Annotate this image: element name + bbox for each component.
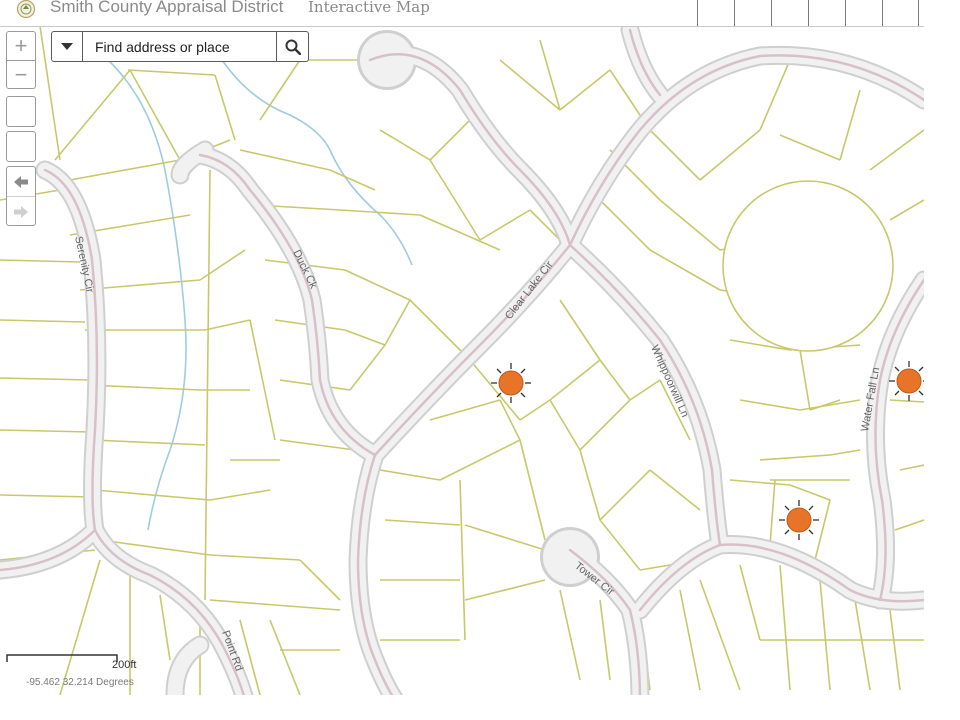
map-canvas[interactable]: Serenity Cir Duck Ck Clear Lake Cir Whip…	[0, 26, 924, 695]
toolbar-button-3[interactable]	[771, 0, 808, 26]
pond-parcel	[722, 180, 894, 352]
toolbar-button-4[interactable]	[808, 0, 845, 26]
app-subtitle: Interactive Map	[308, 0, 430, 16]
next-extent-button[interactable]	[7, 197, 35, 226]
scale-bar: 200ft	[6, 654, 138, 674]
county-seal-icon	[16, 0, 36, 19]
coordinate-readout: -95.462 32.214 Degrees	[26, 677, 134, 688]
magnifier-icon	[285, 39, 301, 55]
search-button[interactable]	[276, 32, 308, 61]
scale-bar-line	[6, 654, 118, 662]
sun-marker-icon[interactable]	[779, 500, 819, 540]
toolbar	[697, 0, 919, 26]
arrow-left-icon	[14, 175, 28, 188]
cul-de-sac-north-fill	[360, 33, 414, 87]
zoom-out-button[interactable]: −	[7, 61, 35, 89]
toolbar-button-1[interactable]	[697, 0, 734, 26]
search-box	[51, 31, 309, 62]
toolbar-button-2[interactable]	[734, 0, 771, 26]
caret-down-icon	[61, 42, 73, 50]
zoom-in-button[interactable]: +	[7, 32, 35, 61]
home-button[interactable]	[6, 96, 36, 127]
zoom-control: + −	[6, 31, 36, 89]
sun-marker-icon[interactable]	[491, 363, 531, 403]
toolbar-button-6[interactable]	[882, 0, 919, 26]
arrow-right-icon	[14, 205, 28, 218]
search-source-dropdown[interactable]	[52, 32, 83, 61]
road-centerlines	[0, 28, 924, 695]
street-label-clear-lake: Clear Lake Cir	[503, 259, 556, 322]
locate-button[interactable]	[6, 131, 36, 162]
sun-marker-icon[interactable]	[889, 361, 924, 401]
app-header: Smith County Appraisal District Interact…	[0, 0, 924, 27]
extent-navigation	[6, 166, 36, 226]
map-view[interactable]: Serenity Cir Duck Ck Clear Lake Cir Whip…	[0, 26, 924, 695]
scale-bar-label: 200ft	[112, 659, 137, 671]
previous-extent-button[interactable]	[7, 167, 35, 197]
toolbar-button-5[interactable]	[845, 0, 882, 26]
app-title: Smith County Appraisal District	[50, 0, 284, 16]
search-input[interactable]	[83, 32, 276, 61]
